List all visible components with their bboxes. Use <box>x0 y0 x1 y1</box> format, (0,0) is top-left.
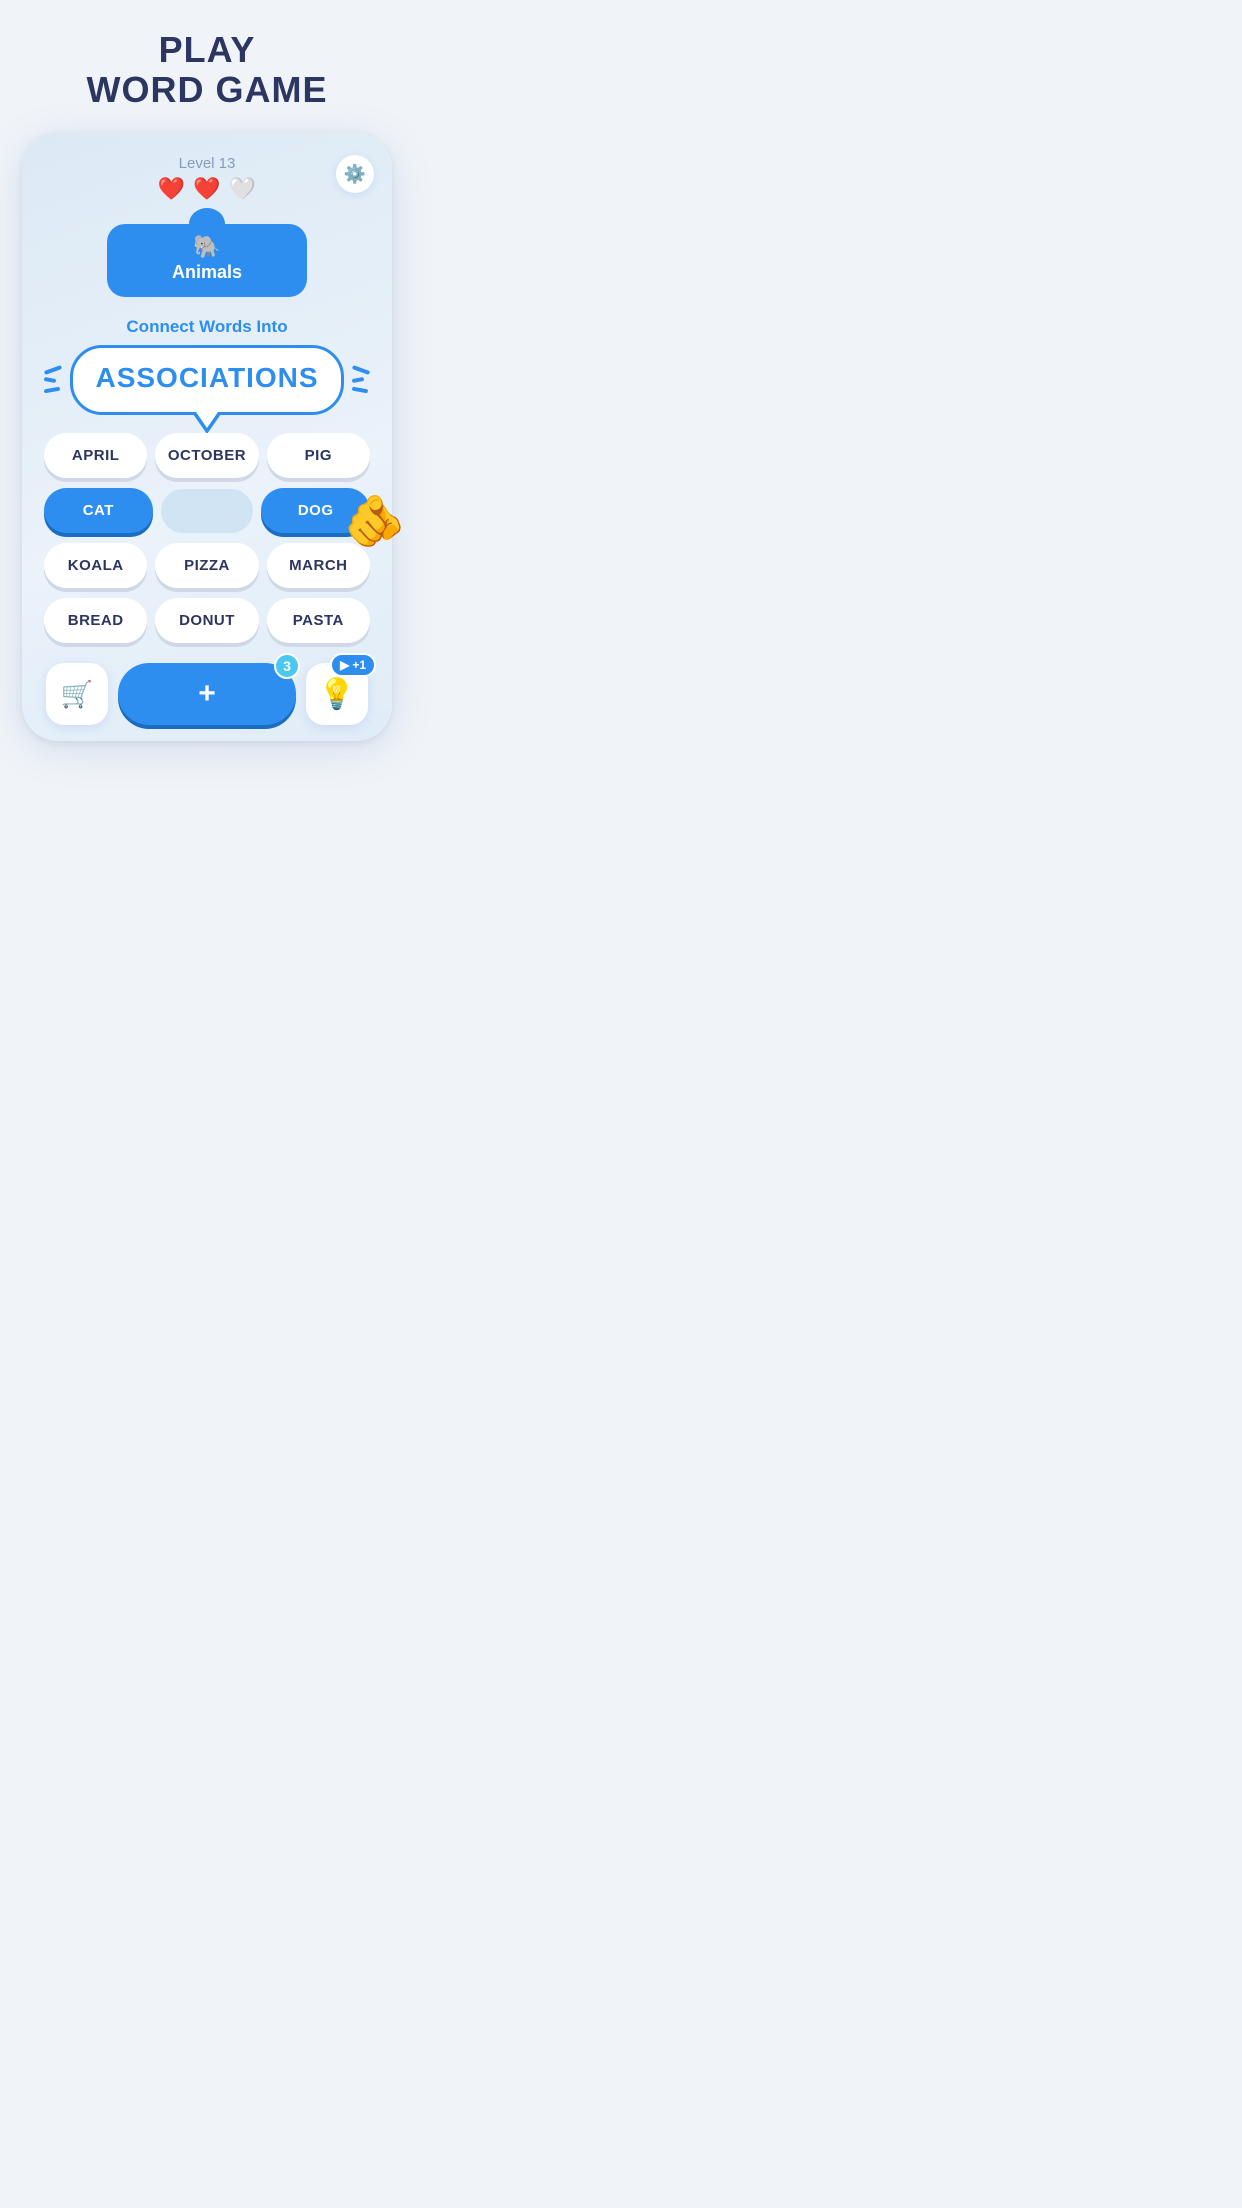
play-icon: ▶ <box>340 658 349 672</box>
heart-2: ❤️ <box>193 176 220 202</box>
heart-1: ❤️ <box>158 176 185 202</box>
add-badge: 3 <box>274 653 300 679</box>
hint-button-container: ▶ +1 💡 <box>306 663 368 725</box>
bulb-icon: 💡 <box>318 677 355 712</box>
subtitle-text: Connect Words Into <box>40 317 374 337</box>
heart-3: 🤍 <box>229 176 256 202</box>
word-grid: APRIL OCTOBER PIG CAT DOG 🫵 KOALA PIZZA … <box>40 433 374 643</box>
settings-button[interactable]: ⚙️ <box>336 155 374 193</box>
hint-badge: ▶ +1 <box>330 653 376 677</box>
word-koala[interactable]: KOALA <box>44 543 147 588</box>
word-row-2: CAT DOG 🫵 <box>44 488 370 533</box>
top-bar: Level 13 ❤️ ❤️ 🤍 ⚙️ <box>40 155 374 202</box>
word-row-4: BREAD DONUT PASTA <box>44 598 370 643</box>
associations-word: ASSOCIATIONS <box>95 362 318 393</box>
add-button[interactable]: + <box>118 663 296 725</box>
hint-badge-text: +1 <box>352 658 366 672</box>
level-label: Level 13 <box>158 155 256 172</box>
level-info: Level 13 ❤️ ❤️ 🤍 <box>158 155 256 202</box>
shop-button[interactable]: 🛒 <box>46 663 108 725</box>
cart-icon: 🛒 <box>61 679 93 710</box>
bottom-bar: 🛒 3 + ▶ +1 💡 <box>40 663 374 725</box>
word-row-3: KOALA PIZZA MARCH <box>44 543 370 588</box>
word-donut[interactable]: DONUT <box>155 598 258 643</box>
add-icon: + <box>198 677 216 711</box>
elephant-icon: 🐘 <box>135 234 279 260</box>
word-pasta[interactable]: PASTA <box>267 598 370 643</box>
word-pig[interactable]: PIG <box>267 433 370 478</box>
word-pizza[interactable]: PIZZA <box>155 543 258 588</box>
word-cat[interactable]: CAT <box>44 488 153 533</box>
phone-frame: Level 13 ❤️ ❤️ 🤍 ⚙️ 🐘 Animals Connect Wo… <box>22 133 392 741</box>
gear-icon: ⚙️ <box>344 164 366 185</box>
connect-words-section: Connect Words Into <box>40 317 374 337</box>
associations-speech-bubble: ASSOCIATIONS <box>70 345 343 415</box>
sparks-right <box>352 368 370 392</box>
hearts-row: ❤️ ❤️ 🤍 <box>158 176 256 202</box>
add-button-container: 3 + <box>118 663 296 725</box>
associations-bubble: ASSOCIATIONS <box>40 345 374 415</box>
word-october[interactable]: OCTOBER <box>155 433 258 478</box>
word-row-1: APRIL OCTOBER PIG <box>44 433 370 478</box>
word-april[interactable]: APRIL <box>44 433 147 478</box>
word-march[interactable]: MARCH <box>267 543 370 588</box>
word-dog[interactable]: DOG <box>261 488 370 533</box>
word-bread[interactable]: BREAD <box>44 598 147 643</box>
category-banner: 🐘 Animals <box>107 224 307 297</box>
category-label: Animals <box>135 262 279 283</box>
sparks-left <box>44 368 62 392</box>
page-title: PLAY WORD GAME <box>87 30 328 109</box>
